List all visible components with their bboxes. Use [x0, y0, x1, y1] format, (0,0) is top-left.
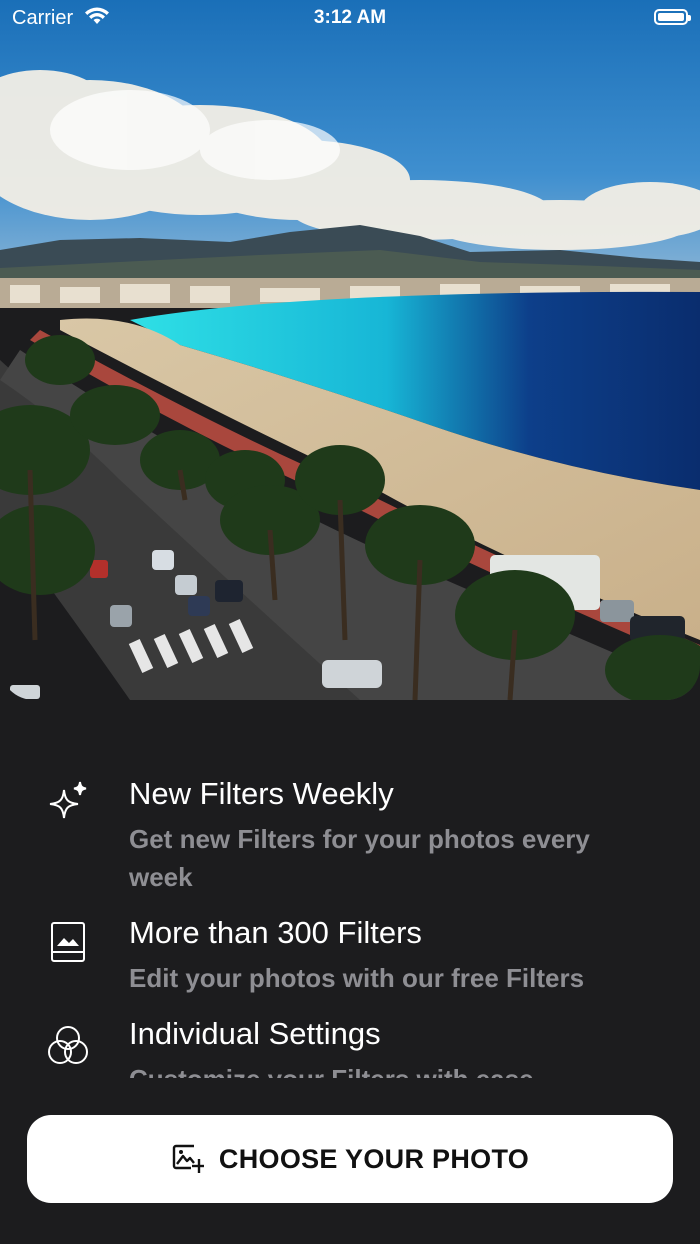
feature-title: More than 300 Filters	[129, 915, 422, 950]
sparkles-icon	[44, 780, 92, 828]
status-time: 3:12 AM	[313, 7, 387, 28]
coastal-city-photo	[0, 0, 700, 700]
feature-description: Edit your photos with our free Filters	[129, 963, 585, 993]
choose-photo-button[interactable]: CHOOSE YOUR PHOTO	[27, 1115, 673, 1203]
feature-description: Get new Filters for your photos every we…	[129, 824, 590, 892]
add-photo-icon	[171, 1142, 205, 1176]
photo-book-icon	[44, 919, 92, 967]
status-bar: Carrier 3:12 AM	[0, 0, 700, 40]
circles-overlap-icon	[44, 1022, 92, 1070]
battery-icon	[654, 9, 691, 25]
choose-photo-label: CHOOSE YOUR PHOTO	[218, 1143, 530, 1174]
hero-photo	[0, 0, 700, 700]
feature-title: Individual Settings	[129, 1016, 381, 1051]
feature-list: New Filters Weekly Get new Filters for y…	[0, 760, 700, 1078]
feature-description: Customize your Filters with ease	[129, 1060, 609, 1078]
feature-title: New Filters Weekly	[129, 776, 394, 811]
